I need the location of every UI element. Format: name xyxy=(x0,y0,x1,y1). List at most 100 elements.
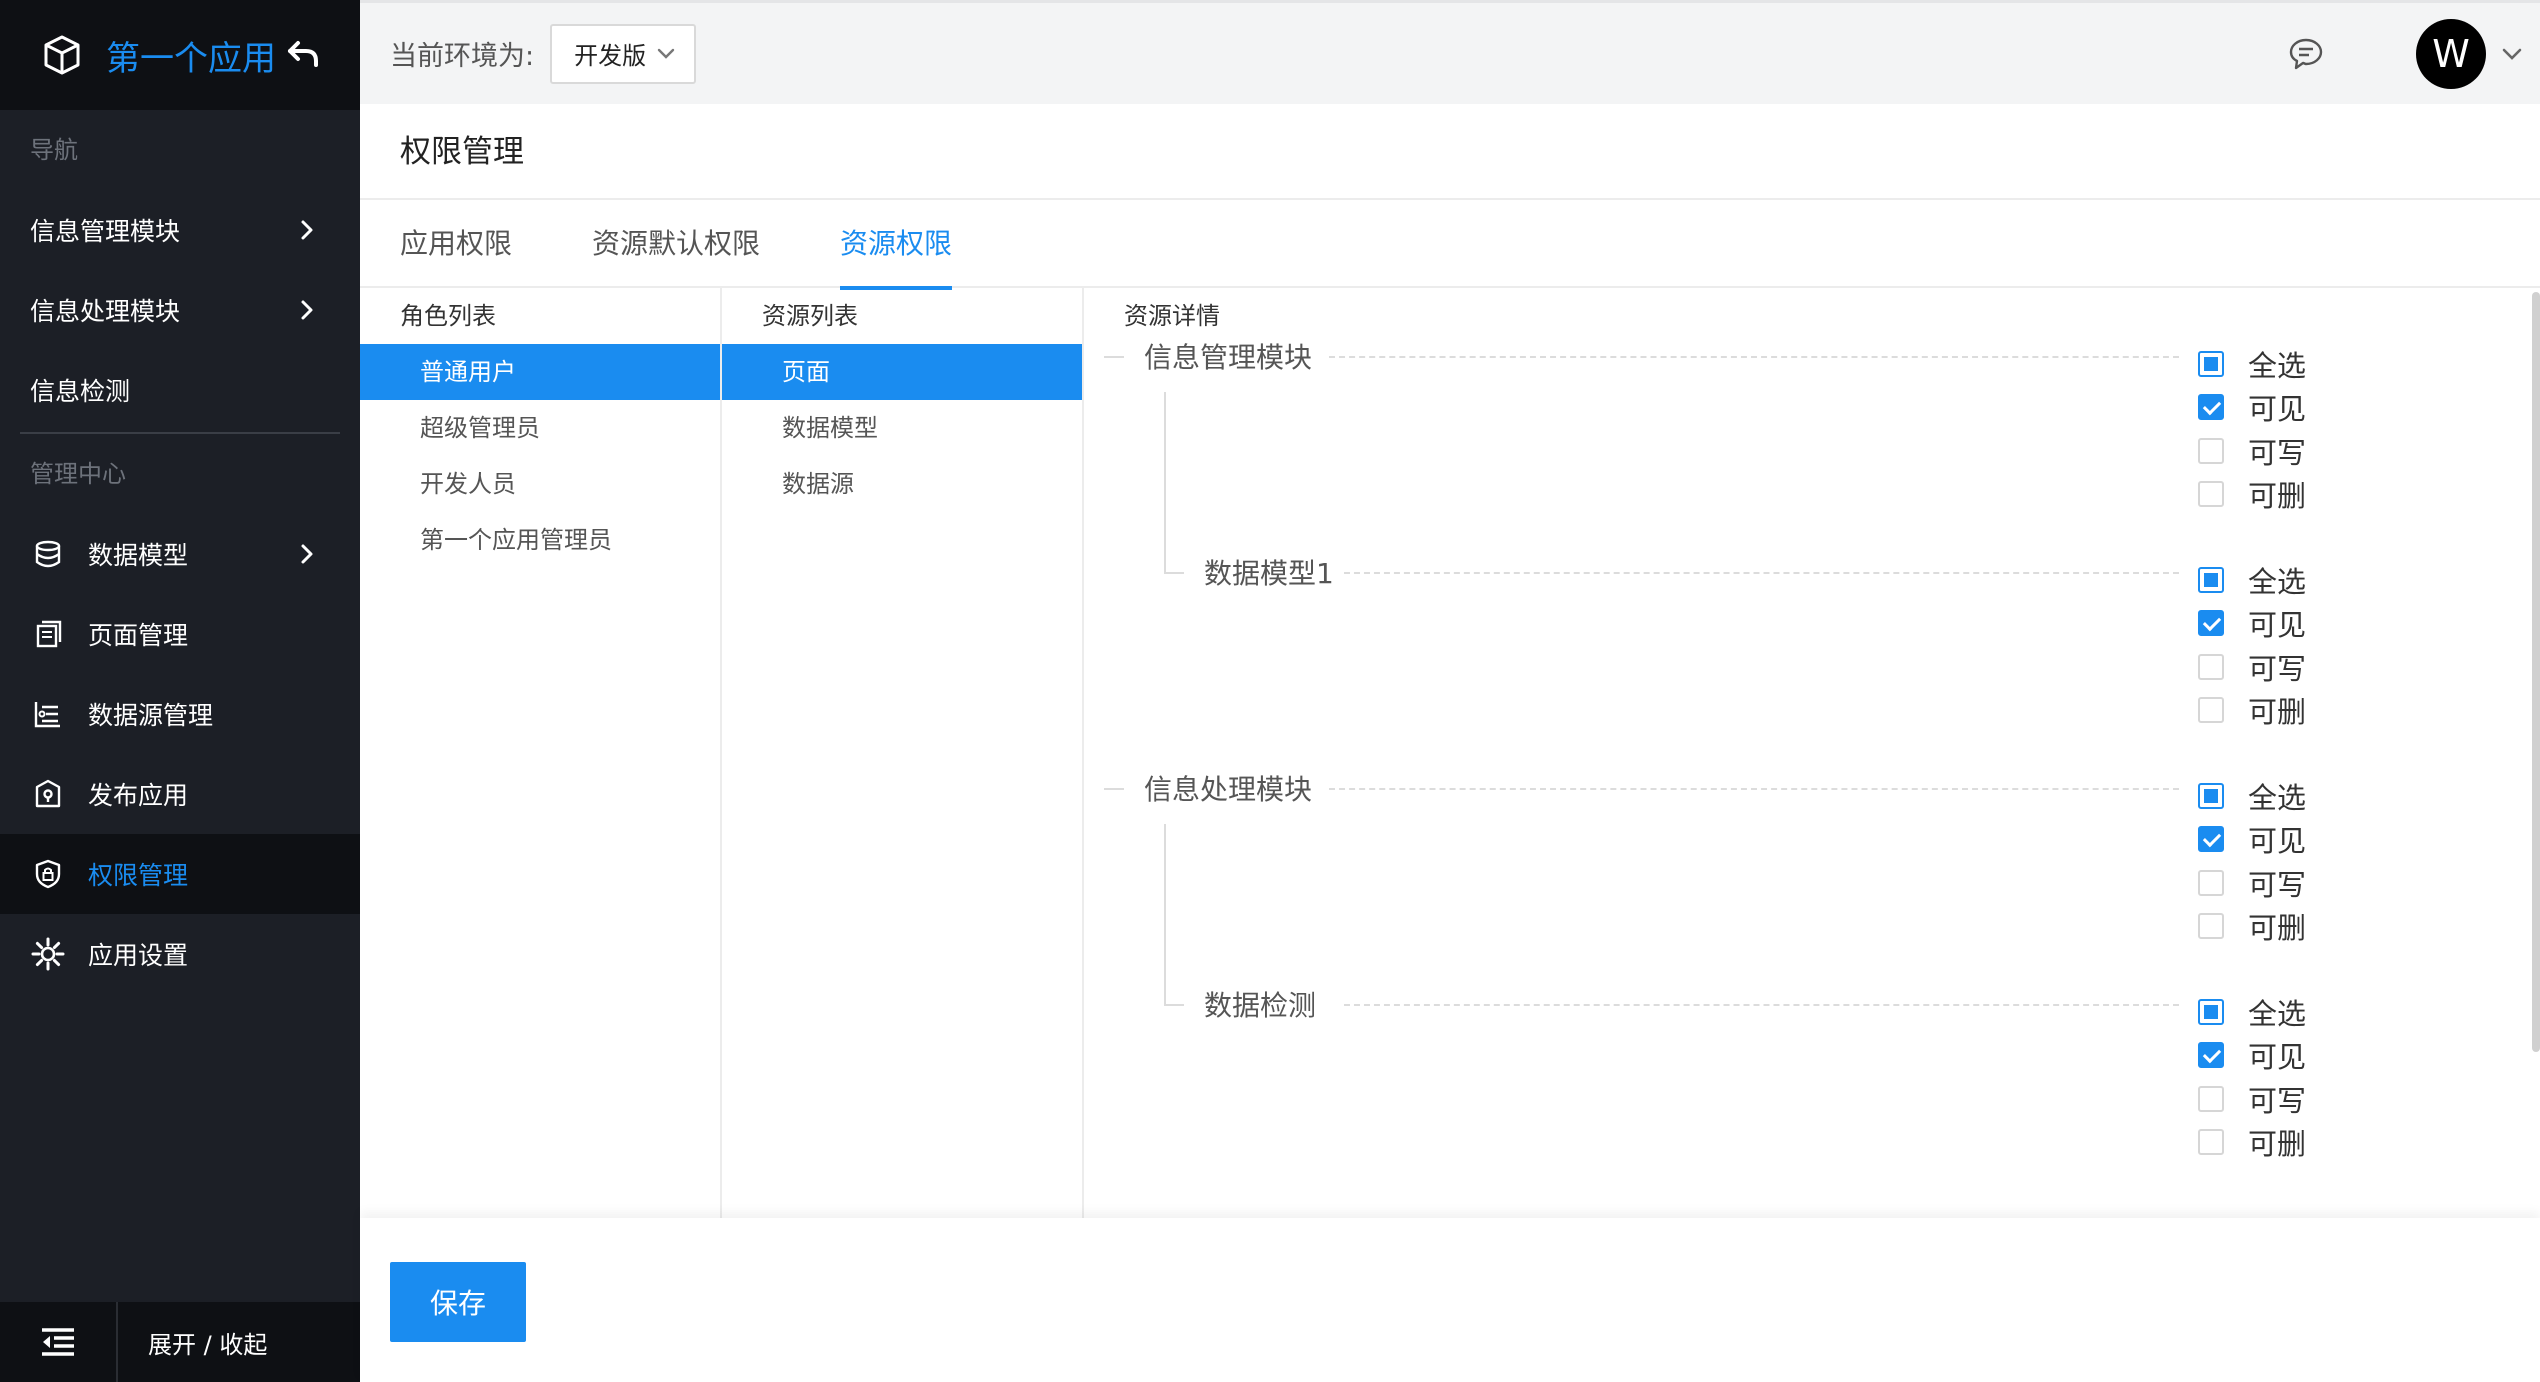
roles-header: 角色列表 xyxy=(400,302,496,330)
expand-collapse-toggle[interactable]: 展开 / 收起 xyxy=(118,1325,267,1360)
checkbox-box[interactable] xyxy=(2198,437,2224,464)
sidebar-item-data-model[interactable]: 数据模型 xyxy=(0,514,360,594)
sidebar: 第一个应用 导航 信息管理模块 信息处理模块 信息检测 管理中心 数据模型 页面… xyxy=(0,0,360,1382)
checkbox-box[interactable] xyxy=(2198,697,2224,724)
detail-scrollbar[interactable] xyxy=(2532,292,2540,1052)
resources-panel: 资源列表 页面 数据模型 数据源 xyxy=(722,288,1084,1218)
checkbox-box[interactable] xyxy=(2198,782,2224,809)
sidebar-item-info-detection[interactable]: 信息检测 xyxy=(0,350,360,430)
env-select[interactable]: 开发版 xyxy=(550,23,697,84)
tree-connector xyxy=(1164,392,1166,572)
checkbox-label: 可删 xyxy=(2248,911,2307,946)
chevron-down-icon[interactable] xyxy=(2500,42,2524,66)
checkbox-box[interactable] xyxy=(2198,566,2224,593)
tree-connector xyxy=(1104,788,1124,790)
chevron-right-icon xyxy=(301,220,313,240)
sidebar-item-info-management[interactable]: 信息管理模块 xyxy=(0,190,360,270)
resources-header: 资源列表 xyxy=(762,302,858,330)
checkbox-label: 全选 xyxy=(2248,996,2307,1031)
checkbox-label: 可写 xyxy=(2248,651,2307,686)
checkbox-box[interactable] xyxy=(2198,998,2224,1025)
sidebar-item-page-management[interactable]: 页面管理 xyxy=(0,594,360,674)
chevron-right-icon xyxy=(301,544,313,564)
sidebar-item-permissions[interactable]: 权限管理 xyxy=(0,834,360,914)
checkbox-box[interactable] xyxy=(2198,1085,2224,1112)
sidebar-item-label: 信息处理模块 xyxy=(30,297,181,326)
checkbox-delete[interactable]: 可删 xyxy=(2198,473,2358,517)
checkbox-box[interactable] xyxy=(2198,913,2224,940)
save-button[interactable]: 保存 xyxy=(390,1262,526,1342)
checkbox-label: 全选 xyxy=(2248,348,2307,383)
sidebar-item-app-settings[interactable]: 应用设置 xyxy=(0,914,360,994)
sidebar-item-publish[interactable]: 发布应用 xyxy=(0,754,360,834)
checkbox-box[interactable] xyxy=(2198,1129,2224,1156)
checkbox-box[interactable] xyxy=(2198,610,2224,637)
tree-guide-line xyxy=(1344,1004,2179,1006)
checkbox-label: 可删 xyxy=(2248,1127,2307,1162)
top-bar: 当前环境为: 开发版 W xyxy=(360,0,2540,104)
tree-guide-line xyxy=(1329,356,2179,358)
checkbox-box[interactable] xyxy=(2198,826,2224,853)
datasource-icon xyxy=(30,696,66,732)
sidebar-item-datasource[interactable]: 数据源管理 xyxy=(0,674,360,754)
database-icon xyxy=(30,536,66,572)
checkbox-label: 可写 xyxy=(2248,867,2307,902)
role-item[interactable]: 普通用户 xyxy=(360,344,720,400)
checkbox-delete[interactable]: 可删 xyxy=(2198,1121,2358,1165)
checkbox-delete[interactable]: 可删 xyxy=(2198,905,2358,949)
checkbox-view[interactable]: 可见 xyxy=(2198,386,2358,430)
checkbox-label: 可删 xyxy=(2248,479,2307,514)
checkbox-all[interactable]: 全选 xyxy=(2198,990,2358,1034)
checkbox-view[interactable]: 可见 xyxy=(2198,1034,2358,1078)
tree-node-label: 数据检测 xyxy=(1204,984,1331,1024)
checkbox-write[interactable]: 可写 xyxy=(2198,1077,2358,1121)
nav-group-label: 导航 xyxy=(30,136,78,164)
resource-detail-panel: 资源详情 信息管理模块 全选 可见 可写 可删 数据模型1 全选 可见 可写 可删 信息处理模块 全选… xyxy=(1084,288,2540,1218)
sidebar-item-label: 数据源管理 xyxy=(88,701,214,730)
resource-item[interactable]: 数据源 xyxy=(722,456,1082,512)
role-item[interactable]: 超级管理员 xyxy=(360,400,720,456)
resource-item[interactable]: 数据模型 xyxy=(722,400,1082,456)
checkbox-box[interactable] xyxy=(2198,394,2224,421)
tree-node-label: 信息管理模块 xyxy=(1144,336,1327,376)
checkbox-box[interactable] xyxy=(2198,869,2224,896)
message-icon[interactable] xyxy=(2288,36,2324,72)
checkbox-all[interactable]: 全选 xyxy=(2198,558,2358,602)
checkbox-delete[interactable]: 可删 xyxy=(2198,689,2358,733)
sidebar-item-info-processing[interactable]: 信息处理模块 xyxy=(0,270,360,350)
checkbox-write[interactable]: 可写 xyxy=(2198,429,2358,473)
back-icon[interactable] xyxy=(284,35,324,75)
checkbox-label: 可见 xyxy=(2248,392,2307,427)
tab-resource-default-permissions[interactable]: 资源默认权限 xyxy=(592,200,760,288)
avatar[interactable]: W xyxy=(2416,18,2486,89)
roles-panel: 角色列表 普通用户 超级管理员 开发人员 第一个应用管理员 xyxy=(360,288,722,1218)
checkbox-write[interactable]: 可写 xyxy=(2198,645,2358,689)
tab-resource-permissions[interactable]: 资源权限 xyxy=(840,200,953,290)
tree-guide-line xyxy=(1344,572,2179,574)
checkbox-box[interactable] xyxy=(2198,350,2224,377)
collapse-icon[interactable] xyxy=(0,1302,118,1382)
checkbox-box[interactable] xyxy=(2198,481,2224,508)
checkbox-view[interactable]: 可见 xyxy=(2198,602,2358,646)
tree-connector xyxy=(1104,356,1124,358)
shield-icon xyxy=(30,856,66,892)
checkbox-view[interactable]: 可见 xyxy=(2198,818,2358,862)
role-item[interactable]: 第一个应用管理员 xyxy=(360,512,720,568)
tree-connector xyxy=(1164,1004,1184,1006)
resource-item[interactable]: 页面 xyxy=(722,344,1082,400)
cube-icon xyxy=(44,35,80,75)
permission-checks: 全选 可见 可写 可删 xyxy=(2198,774,2358,948)
checkbox-all[interactable]: 全选 xyxy=(2198,342,2358,386)
checkbox-label: 全选 xyxy=(2248,564,2307,599)
tree-guide-line xyxy=(1329,788,2179,790)
role-item[interactable]: 开发人员 xyxy=(360,456,720,512)
checkbox-box[interactable] xyxy=(2198,653,2224,680)
checkbox-box[interactable] xyxy=(2198,1042,2224,1069)
checkbox-label: 可见 xyxy=(2248,608,2307,643)
tab-bar: 应用权限 资源默认权限 资源权限 xyxy=(360,200,2540,290)
checkbox-label: 全选 xyxy=(2248,780,2307,815)
sidebar-footer: 展开 / 收起 xyxy=(0,1302,360,1382)
checkbox-write[interactable]: 可写 xyxy=(2198,861,2358,905)
tab-app-permissions[interactable]: 应用权限 xyxy=(400,200,512,288)
checkbox-all[interactable]: 全选 xyxy=(2198,774,2358,818)
